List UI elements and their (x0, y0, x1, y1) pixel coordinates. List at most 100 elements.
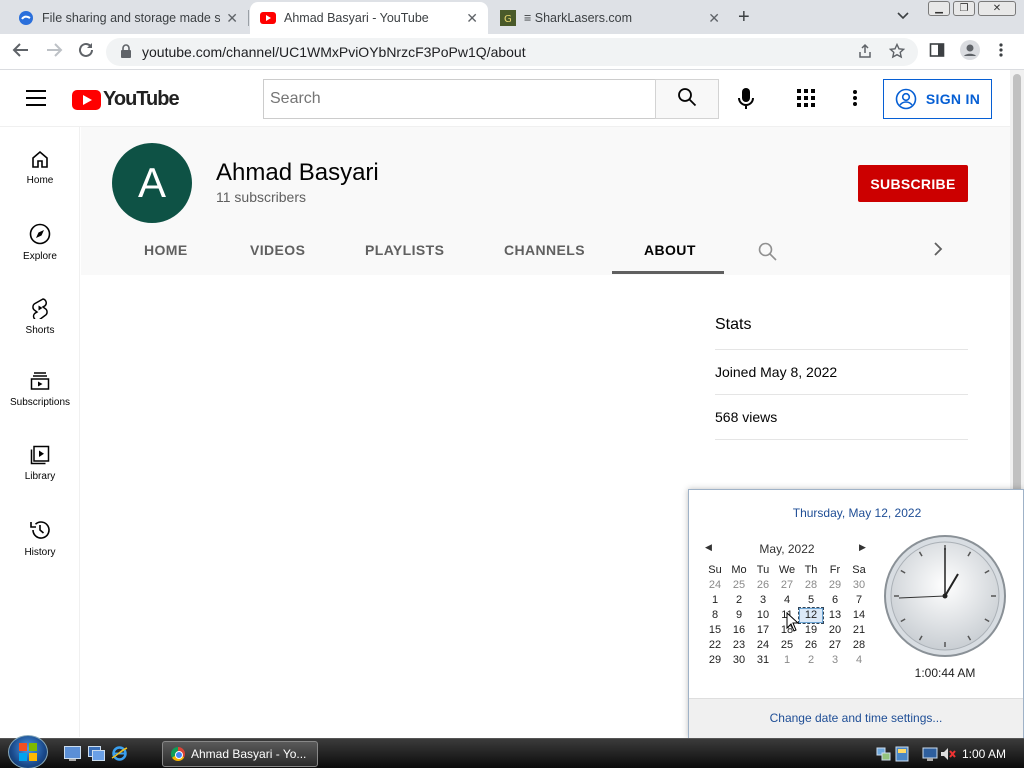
hamburger-menu-icon[interactable] (26, 90, 46, 111)
tab-playlists[interactable]: PLAYLISTS (365, 242, 444, 258)
calendar-day-cell[interactable]: 27 (823, 638, 847, 653)
calendar-day-cell[interactable]: 16 (727, 623, 751, 638)
calendar-day-cell[interactable]: 6 (823, 593, 847, 608)
new-tab-button[interactable]: + (738, 6, 750, 29)
sidebar-item-explore[interactable]: Explore (0, 201, 80, 275)
url-text[interactable]: youtube.com/channel/UC1WMxPviOYbNrzcF3Po… (142, 44, 526, 60)
microphone-icon[interactable] (736, 87, 756, 116)
calendar-day-cell[interactable]: 24 (751, 638, 775, 653)
calendar-day-cell[interactable]: 21 (847, 623, 871, 638)
calendar-day-cell[interactable]: 4 (847, 653, 871, 668)
calendar-day-cell[interactable]: 26 (751, 578, 775, 593)
sidebar-item-history[interactable]: History (0, 497, 80, 571)
sign-in-button[interactable]: SIGN IN (883, 79, 992, 119)
scrollbar-thumb[interactable] (1013, 74, 1021, 494)
calendar-day-cell[interactable]: 29 (823, 578, 847, 593)
tab-close-icon[interactable]: ✕ (466, 10, 478, 27)
change-date-time-settings-link[interactable]: Change date and time settings... (689, 711, 1023, 725)
tab-videos[interactable]: VIDEOS (250, 242, 305, 258)
calendar-day-cell[interactable]: 14 (847, 608, 871, 623)
lock-icon[interactable] (120, 44, 132, 63)
calendar-day-cell[interactable]: 8 (703, 608, 727, 623)
close-window-button[interactable]: ✕ (978, 1, 1016, 16)
tab-about[interactable]: ABOUT (644, 242, 696, 258)
tab-close-icon[interactable]: ✕ (226, 10, 238, 27)
security-tray-icon[interactable] (894, 746, 910, 762)
calendar-day-cell[interactable]: 15 (703, 623, 727, 638)
channel-search-icon[interactable] (758, 242, 777, 266)
calendar-day-cell[interactable]: 20 (823, 623, 847, 638)
start-button[interactable] (8, 735, 48, 768)
next-month-arrow-icon[interactable]: ▶ (859, 542, 866, 553)
volume-muted-icon[interactable] (940, 746, 956, 762)
sidebar-item-shorts[interactable]: Shorts (0, 275, 80, 349)
bookmark-star-icon[interactable] (888, 42, 906, 63)
calendar-day-cell[interactable]: 25 (775, 638, 799, 653)
calendar-day-cell[interactable]: 17 (751, 623, 775, 638)
sidebar-item-subscriptions[interactable]: Subscriptions (0, 349, 80, 423)
tab-youtube[interactable]: Ahmad Basyari - YouTube ✕ (250, 2, 488, 34)
tab-sharklasers[interactable]: G ≡ SharkLasers.com ✕ (490, 2, 730, 34)
taskbar-clock[interactable]: 1:00 AM (962, 747, 1006, 761)
tab-file-sharing[interactable]: File sharing and storage made si ✕ (8, 2, 248, 34)
calendar-day-cell[interactable]: 19 (799, 623, 823, 638)
forward-arrow-icon[interactable] (45, 41, 63, 64)
calendar-day-cell[interactable]: 30 (847, 578, 871, 593)
calendar-day-cell[interactable]: 25 (727, 578, 751, 593)
calendar-month-label[interactable]: May, 2022 (705, 542, 869, 556)
calendar-day-cell[interactable]: 30 (727, 653, 751, 668)
calendar-day-cell[interactable]: 24 (703, 578, 727, 593)
search-button[interactable] (655, 79, 719, 119)
calendar-day-cell[interactable]: 7 (847, 593, 871, 608)
calendar-day-cell[interactable]: 23 (727, 638, 751, 653)
profile-avatar-icon[interactable] (960, 40, 980, 65)
calendar-day-cell[interactable]: 3 (823, 653, 847, 668)
restore-button[interactable]: ❐ (953, 1, 975, 16)
calendar-day-cell[interactable]: 22 (703, 638, 727, 653)
calendar-day-cell[interactable]: 1 (703, 593, 727, 608)
youtube-apps-grid-icon[interactable] (797, 89, 815, 112)
tab-search-chevron-icon[interactable] (897, 8, 909, 23)
tabs-next-chevron-icon[interactable] (933, 241, 943, 262)
calendar-today-cell[interactable]: 12 (798, 607, 824, 624)
display-tray-icon[interactable] (922, 746, 938, 762)
browser-menu-icon[interactable] (998, 42, 1004, 63)
calendar-day-cell[interactable]: 29 (703, 653, 727, 668)
calendar-day-cell[interactable]: 3 (751, 593, 775, 608)
calendar-day-cell[interactable]: 9 (727, 608, 751, 623)
subscribe-button[interactable]: SUBSCRIBE (858, 165, 968, 202)
youtube-logo[interactable]: YouTube (72, 88, 180, 111)
calendar-day-cell[interactable]: 28 (799, 578, 823, 593)
sidebar-item-home[interactable]: Home (0, 127, 80, 201)
more-options-icon[interactable] (852, 88, 858, 113)
calendar-day-cell[interactable]: 5 (799, 593, 823, 608)
calendar-day-cell[interactable]: 10 (751, 608, 775, 623)
internet-explorer-icon[interactable] (111, 746, 128, 761)
minimize-button[interactable]: ▁ (928, 1, 950, 16)
tab-channels[interactable]: CHANNELS (504, 242, 585, 258)
sidebar-item-library[interactable]: Library (0, 423, 80, 497)
network-tray-icon[interactable] (876, 746, 892, 762)
taskbar-chrome-window[interactable]: Ahmad Basyari - Yo... (162, 741, 318, 767)
calendar-day-cell[interactable]: 2 (727, 593, 751, 608)
full-date-link[interactable]: Thursday, May 12, 2022 (689, 506, 1024, 520)
channel-avatar[interactable]: A (112, 143, 192, 223)
calendar-day-cell[interactable]: 27 (775, 578, 799, 593)
calendar-day-cell[interactable]: 4 (775, 593, 799, 608)
address-bar[interactable]: youtube.com/channel/UC1WMxPviOYbNrzcF3Po… (106, 38, 918, 66)
tab-home[interactable]: HOME (144, 242, 188, 258)
tab-close-icon[interactable]: ✕ (708, 10, 720, 27)
calendar-day-cell[interactable]: 26 (799, 638, 823, 653)
calendar-day-cell[interactable]: 31 (751, 653, 775, 668)
side-panel-icon[interactable] (929, 42, 945, 63)
calendar-day-cell[interactable]: 1 (775, 653, 799, 668)
share-icon[interactable] (857, 43, 873, 63)
calendar-day-cell[interactable]: 28 (847, 638, 871, 653)
calendar-day-cell[interactable]: 2 (799, 653, 823, 668)
switch-windows-icon[interactable] (88, 746, 105, 761)
calendar-day-cell[interactable]: 13 (823, 608, 847, 623)
show-desktop-icon[interactable] (64, 746, 81, 761)
reload-icon[interactable] (77, 41, 95, 64)
search-input[interactable] (263, 79, 656, 119)
back-arrow-icon[interactable] (12, 41, 30, 64)
